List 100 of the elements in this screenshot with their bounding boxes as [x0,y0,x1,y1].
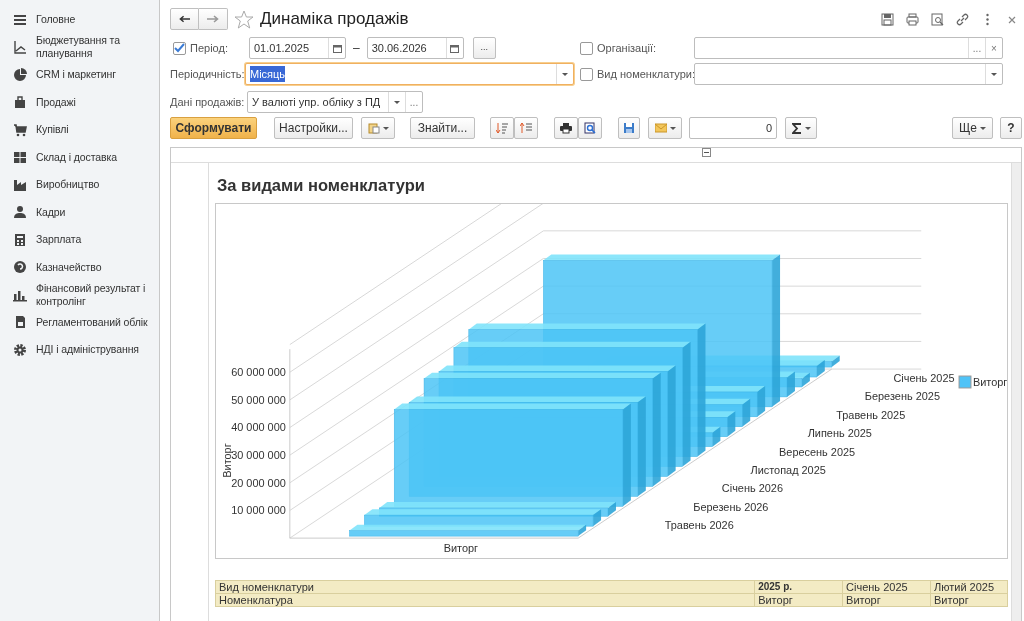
sidebar-item[interactable]: НДІ і адміністрування [0,336,159,364]
check-icon [174,43,185,53]
sidebar-item[interactable]: Фінансовий результат і контролінг [0,281,159,309]
sort-ascending-icon [520,122,532,134]
sidebar-item[interactable]: Головне [0,6,159,34]
dropdown-caret-icon [382,126,389,130]
calculator-icon [13,232,27,247]
axis-tick-label: Січень 2026 [721,482,783,495]
save-icon [623,122,635,134]
back-arrow-icon [179,15,190,23]
calendar-icon[interactable] [332,43,342,53]
axis-tick-label: 10 000 000 [231,504,286,517]
sidebar-item[interactable]: Купівлі [0,116,159,144]
sidebar-item[interactable]: Зарплата [0,226,159,254]
column-header: Лютий 2025 [930,580,1008,594]
more-button[interactable]: ... [472,37,496,59]
dropdown-caret-icon [669,126,676,130]
find-button[interactable]: Знайти... [410,117,475,139]
save-button[interactable] [618,117,640,139]
print-button[interactable] [554,117,578,139]
preview-icon[interactable] [931,12,944,26]
sigma-icon [791,122,802,134]
scrollbar[interactable] [1011,163,1021,621]
settings-icon [13,342,27,357]
sidebar-item[interactable]: Виробництво [0,171,159,199]
sum-dropdown[interactable] [785,117,817,139]
checkbox[interactable] [580,67,593,81]
date-separator: – [353,40,360,57]
dropdown-field[interactable]: Місяць [245,63,574,85]
sidebar-item[interactable]: CRM і маркетинг [0,61,159,89]
axis-tick-label: 40 000 000 [231,421,286,434]
print-icon [560,122,572,134]
person-icon [13,205,27,220]
clipboard-icon [367,122,380,134]
help-button[interactable]: ? [1000,117,1022,139]
dropdown-field[interactable] [694,63,1003,85]
axis-tick-label: Березень 2026 [693,500,769,513]
clear-button[interactable]: × [991,40,997,56]
more-button[interactable]: ... [972,40,982,56]
save-icon[interactable] [881,12,894,26]
more-button[interactable]: ... [409,94,419,110]
input-field[interactable]: ... × [694,37,1003,59]
dropdown-caret-icon [804,126,811,130]
axis-title: Виторг [443,541,479,554]
axis-tick-label: 50 000 000 [231,393,286,406]
axis-tick-label: Травень 2026 [664,518,734,531]
forward-arrow-icon [207,15,219,23]
print-icon[interactable] [906,12,919,26]
bag-icon [13,95,27,110]
column-header: 2025 р. [754,580,843,594]
sidebar-item[interactable]: Склад і доставка [0,143,159,171]
preview-icon [584,122,596,134]
sidebar-item[interactable]: Бюджетування та планування [0,33,159,61]
row-header: Вид номенклатури [215,580,755,594]
chart-axes-icon [13,40,27,55]
checkbox[interactable] [173,41,186,55]
sort-ascending-button[interactable] [514,117,538,139]
sort-descending-button[interactable] [490,117,514,139]
more-dropdown[interactable]: Ще [952,117,993,139]
date-field[interactable]: 30.06.2026 [366,37,464,59]
axis-tick-label: Липень 2025 [807,426,872,439]
clipboard-dropdown[interactable] [361,117,395,139]
preview-button[interactable] [578,117,602,139]
calendar-icon[interactable] [450,43,460,53]
number-field[interactable]: 0 [689,117,777,139]
field-label: Дані продажів: [170,94,246,110]
cart-icon [13,122,27,137]
document-icon [13,315,27,330]
legend-label: Виторг [972,375,1008,388]
envelope-icon [654,122,667,134]
back-button[interactable] [170,8,199,30]
axis-tick-label: Березень 2025 [864,390,940,403]
axis-tick-label: Травень 2025 [836,408,906,421]
link-icon[interactable] [956,12,969,26]
dropdown-field[interactable]: У валюті упр. обліку з ПД ... [247,91,423,113]
report-title: За видами номенклатури [217,175,426,196]
field-label: Періодичність: [170,66,245,82]
dropdown-caret-icon[interactable] [991,72,997,76]
axis-tick-label: Листопад 2025 [750,463,826,476]
sidebar-item[interactable]: Регламентований облік [0,308,159,336]
factory-icon [13,177,27,192]
date-field[interactable]: 01.01.2025 [249,37,346,59]
star-icon[interactable] [234,9,254,29]
collapse-icon[interactable] [701,148,711,157]
sidebar-item[interactable]: Казначейство [0,253,159,281]
pie-chart-icon [13,67,27,82]
grid-icon [13,150,27,165]
dropdown-caret-icon[interactable] [394,100,400,104]
menu-icon [13,12,27,27]
window-title: Динаміка продажів [260,8,409,31]
field-label: Організації: [597,40,658,56]
axis-tick-label: Січень 2025 [893,371,955,384]
checkbox[interactable] [580,41,593,55]
sidebar-item[interactable]: Продажі [0,88,159,116]
mail-dropdown[interactable] [648,117,682,139]
settings-button[interactable]: Настройки... [274,117,353,139]
dropdown-caret-icon[interactable] [562,72,568,76]
generate-button[interactable]: Сформувати [170,117,257,139]
axis-tick-label: 30 000 000 [231,448,286,461]
sidebar-item[interactable]: Кадри [0,198,159,226]
